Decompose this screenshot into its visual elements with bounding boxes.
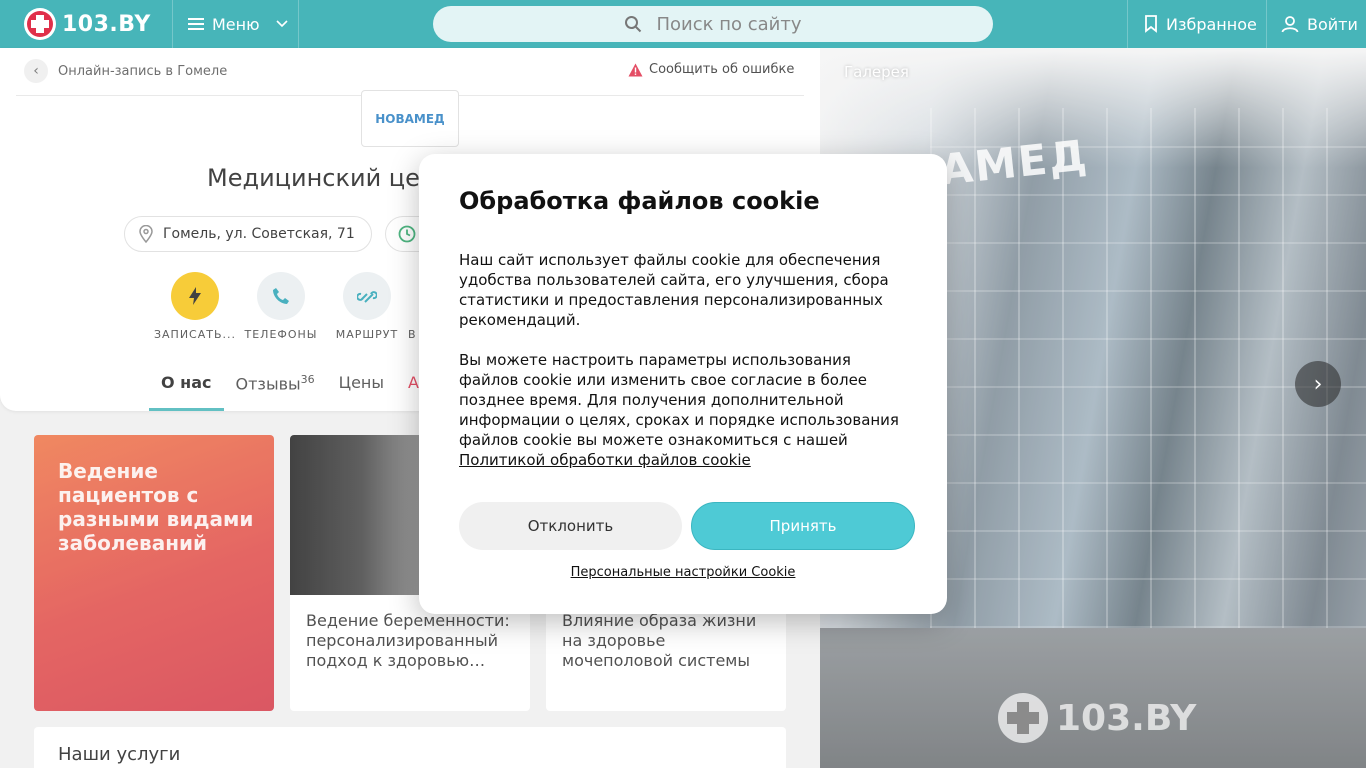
divider: [172, 0, 173, 48]
decline-button[interactable]: Отклонить: [459, 502, 682, 550]
divider: [1266, 0, 1267, 48]
dialog-paragraph: Наш сайт использует файлы cookie для обе…: [459, 251, 889, 329]
logo-cross-icon: [24, 8, 56, 40]
hamburger-icon: [188, 18, 204, 30]
logo-text: 103.BY: [62, 11, 151, 37]
cookie-dialog: Обработка файлов cookie Наш сайт использ…: [419, 154, 947, 614]
user-icon: [1281, 16, 1299, 33]
dialog-title: Обработка файлов cookie: [459, 187, 820, 215]
bookmark-icon: [1145, 15, 1157, 33]
dialog-body: Наш сайт использует файлы cookie для обе…: [459, 250, 909, 490]
search-input[interactable]: Поиск по сайту: [433, 6, 993, 42]
site-logo[interactable]: 103.BY: [24, 8, 151, 40]
favorites-label: Избранное: [1166, 14, 1257, 34]
dialog-paragraph-text: Вы можете настроить параметры использова…: [459, 351, 899, 449]
divider: [298, 0, 299, 48]
search-placeholder: Поиск по сайту: [656, 13, 802, 35]
top-bar: 103.BY Меню Поиск по сайту Избранное Вой…: [0, 0, 1366, 48]
divider: [1127, 0, 1128, 48]
menu-label: Меню: [212, 14, 260, 34]
menu-button[interactable]: Меню: [188, 0, 288, 48]
cookie-policy-link[interactable]: Политикой обработки файлов cookie: [459, 451, 751, 469]
cookie-settings-link[interactable]: Персональные настройки Cookie: [419, 565, 947, 580]
chevron-down-icon: [276, 20, 288, 28]
accept-button[interactable]: Принять: [691, 502, 915, 550]
login-button[interactable]: Войти: [1281, 0, 1358, 48]
search-icon: [625, 16, 642, 33]
dialog-paragraph: Вы можете настроить параметры использова…: [459, 350, 909, 470]
favorites-button[interactable]: Избранное: [1144, 0, 1257, 48]
login-label: Войти: [1307, 14, 1358, 34]
